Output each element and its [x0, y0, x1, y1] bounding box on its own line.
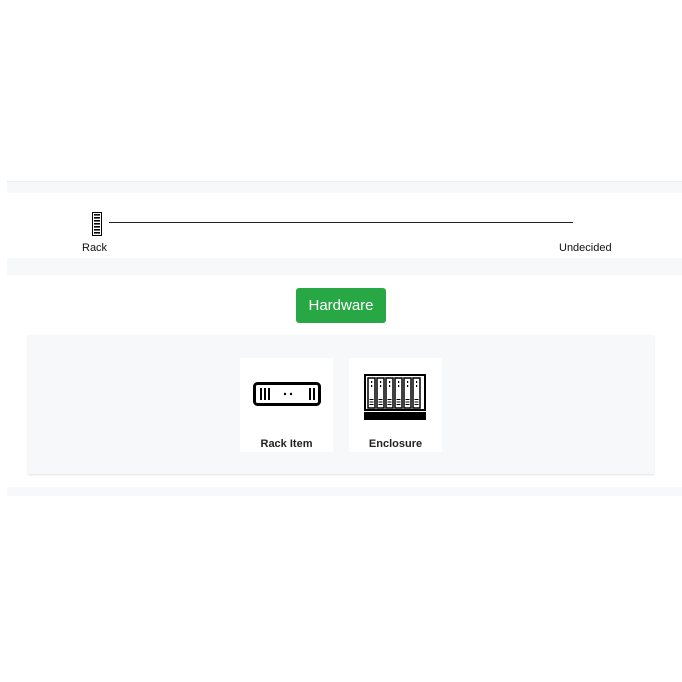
timeline-line	[109, 222, 573, 223]
enclosure-icon	[364, 374, 426, 420]
page: Rack Undecided Hardware Rack Item Enclos…	[0, 0, 682, 682]
section-divider-middle	[7, 258, 682, 275]
section-divider-top	[7, 181, 682, 193]
options-panel	[28, 335, 654, 474]
option-card-rack-item[interactable]: Rack Item	[240, 358, 333, 452]
rack-item-icon	[253, 382, 321, 406]
option-card-enclosure[interactable]: Enclosure	[349, 358, 442, 452]
option-label-enclosure: Enclosure	[368, 438, 423, 450]
section-divider-bottom	[7, 487, 682, 496]
timeline-end-label: Undecided	[559, 242, 612, 254]
rack-icon	[92, 212, 102, 236]
timeline-start-label: Rack	[82, 242, 108, 254]
hardware-button[interactable]: Hardware	[296, 288, 386, 323]
option-label-rack-item: Rack Item	[260, 438, 313, 450]
